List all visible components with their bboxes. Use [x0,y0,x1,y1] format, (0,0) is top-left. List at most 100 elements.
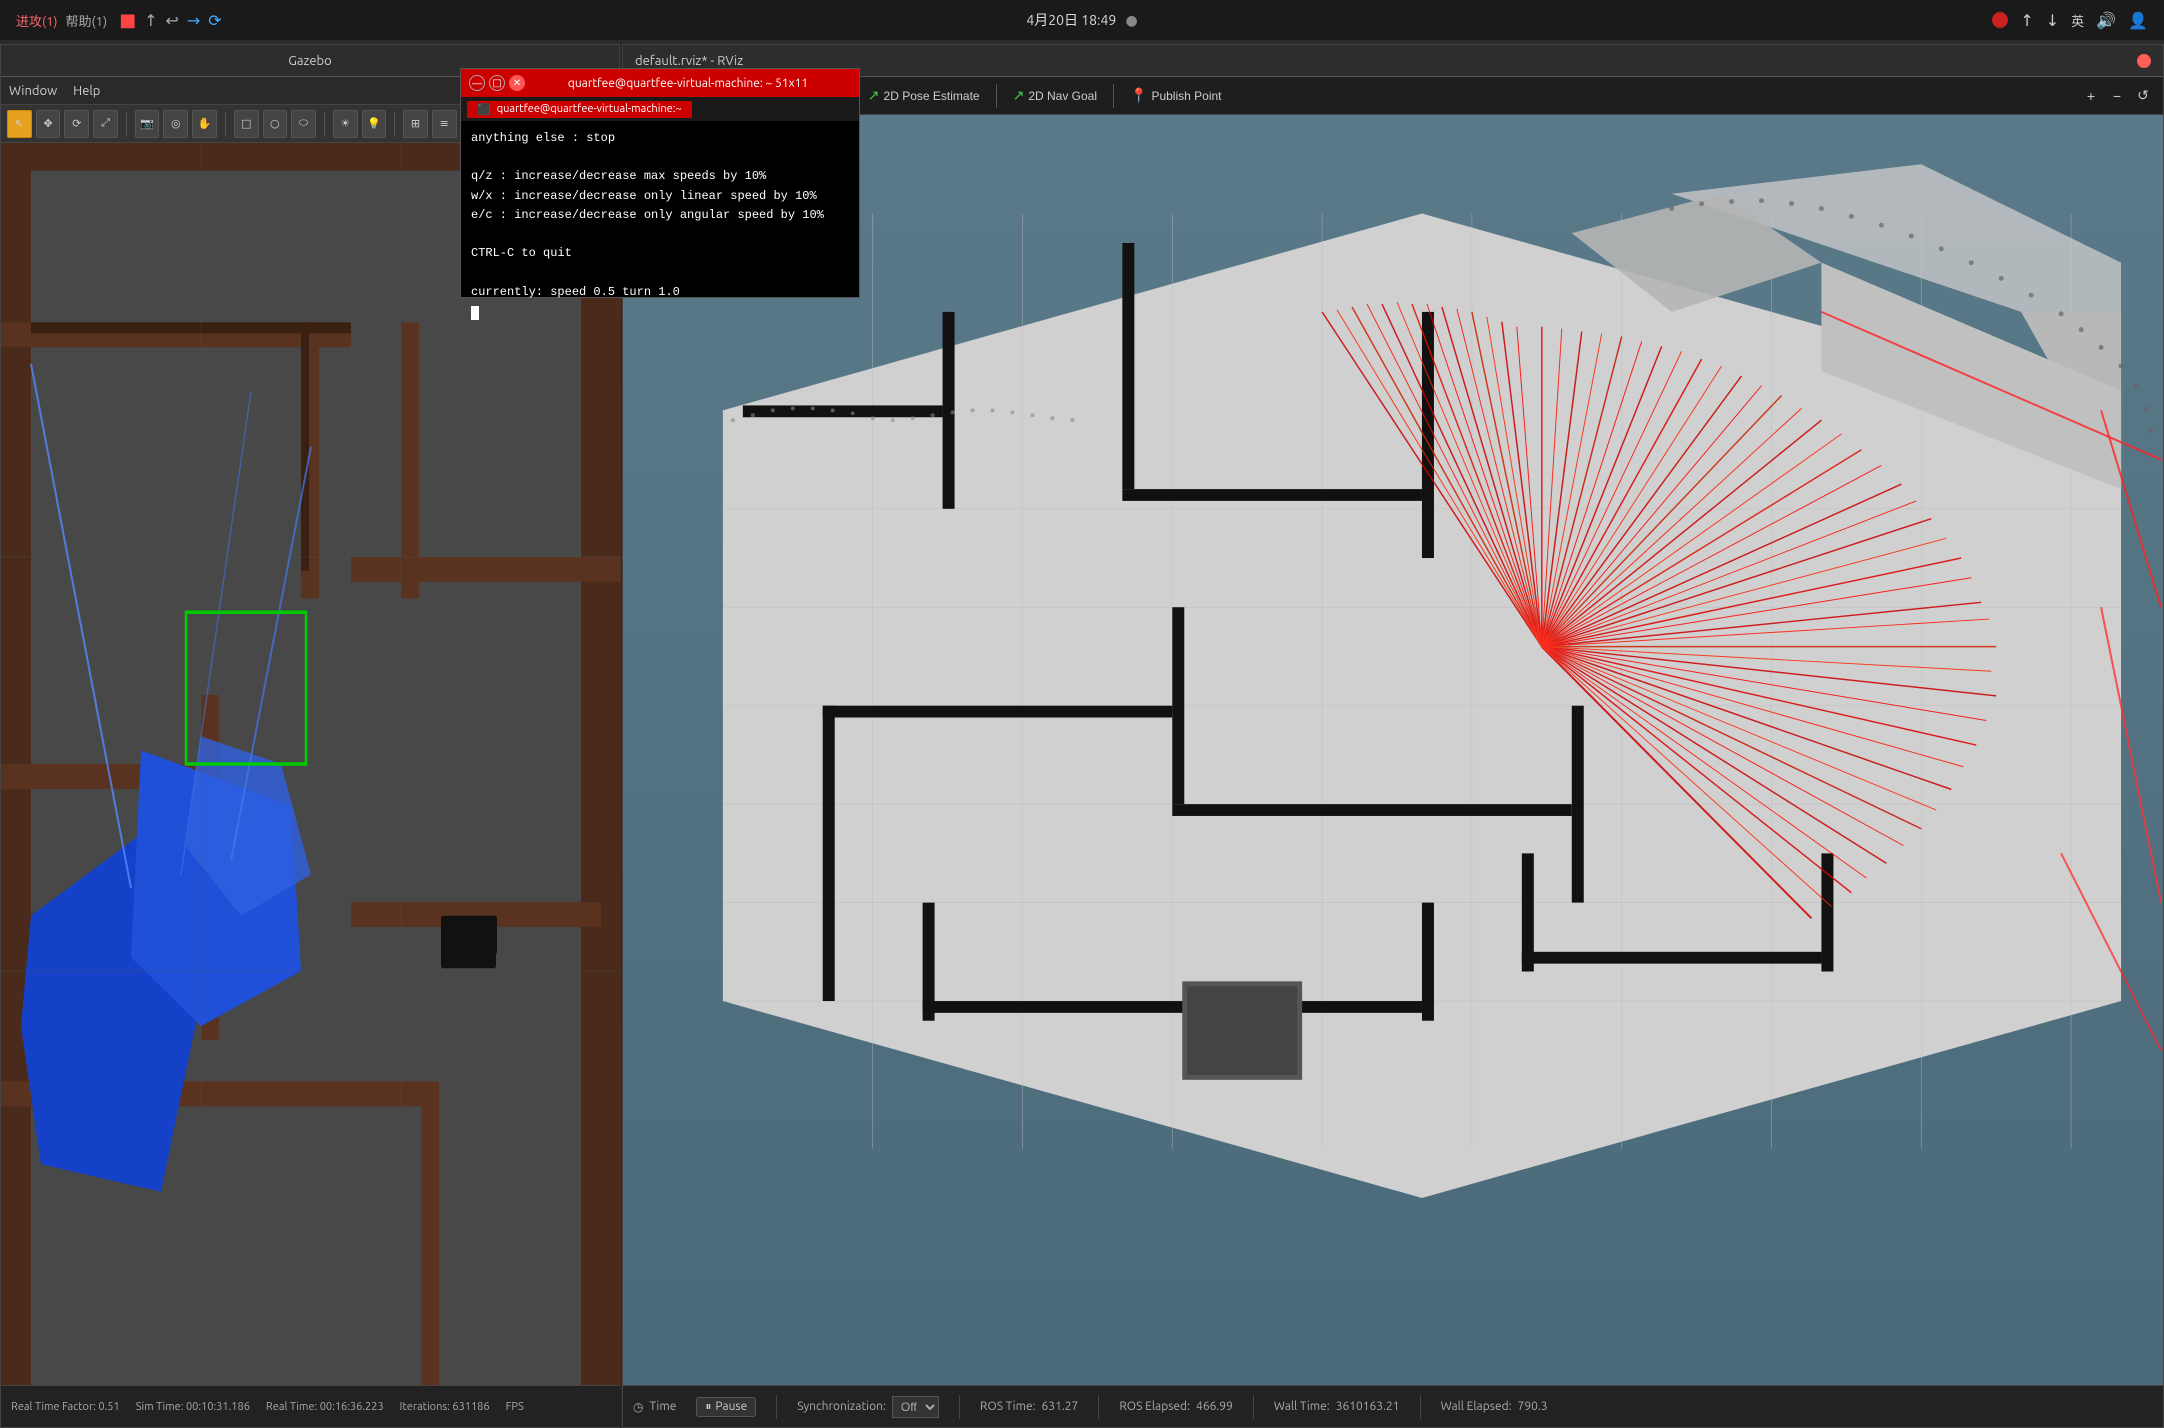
rviz-statusbar: ◷ Time ⏸ Pause Synchronization: Off On R… [623,1385,2163,1427]
ros-time-label: ROS Time: [980,1400,1036,1413]
terminal-line-9: currently: speed 0.5 turn 1.0 [471,283,849,302]
tool-cylinder[interactable]: ⬭ [291,110,316,138]
arrow-undo-icon: ↩ [165,11,178,30]
status-sep-3 [1098,1395,1099,1419]
terminal-tab-label: quartfee@quartfee-virtual-machine:~ [497,103,682,115]
gazebo-viewport[interactable] [1,143,621,1385]
2d-pose-estimate-button[interactable]: ↗ 2D Pose Estimate [858,83,990,109]
terminal-body[interactable]: anything else : stop q/z : increase/decr… [461,121,859,328]
rviz-title: default.rviz* - RViz [635,54,743,68]
terminal-tab[interactable]: ⬛ quartfee@quartfee-virtual-machine:~ [467,101,692,118]
terminal-tabbar: ⬛ quartfee@quartfee-virtual-machine:~ [461,97,859,121]
tool-pan[interactable]: ✋ [192,110,217,138]
tool-orbit[interactable]: ◎ [163,110,188,138]
terminal-window-controls: — □ ✕ [469,75,525,91]
pause-button[interactable]: ⏸ Pause [696,1397,756,1417]
system-bar-right: ↑ ↓ 英 🔊 👤 [1992,11,2148,30]
terminal-line-1: anything else : stop [471,129,849,148]
clock-icon: ◷ [633,1400,643,1414]
pause-label: Pause [715,1400,747,1413]
real-time: Real Time: 00:16:36.223 [266,1401,384,1413]
pin-icon: 📍 [1130,87,1147,104]
taskbar-item-2[interactable]: 帮助(1) [66,11,108,30]
tool-scale[interactable]: ⤢ [93,110,118,138]
toolbar-sep-3 [324,112,325,136]
terminal-titlebar: — □ ✕ quartfee@quartfee-virtual-machine:… [461,69,859,97]
rviz-close-button[interactable] [2137,54,2151,68]
terminal-line-7: CTRL-C to quit [471,244,849,263]
tool-camera[interactable]: 📷 [135,110,160,138]
wall-elapsed-value: 790.3 [1518,1400,1548,1413]
sync-item: Synchronization: Off On [797,1396,939,1418]
terminal-close-button[interactable]: ✕ [509,75,525,91]
nav-arrow-icon: ↗ [1013,87,1025,104]
reset-view-button[interactable]: ↺ [2131,84,2155,108]
terminal-window: — □ ✕ quartfee@quartfee-virtual-machine:… [460,68,860,298]
ros-elapsed-item: ROS Elapsed: 466.99 [1119,1400,1233,1413]
lang-label[interactable]: 英 [2071,11,2084,30]
wall-time-value: 3610163.21 [1336,1400,1400,1413]
toolbar-sep-4 [1113,84,1114,108]
tool-rotate[interactable]: ⟳ [64,110,89,138]
network-status-icon [1992,12,2008,28]
toolbar-sep-1 [126,112,127,136]
terminal-title: quartfee@quartfee-virtual-machine: ~ 51x… [525,77,851,90]
menu-window[interactable]: Window [9,84,57,98]
person-icon: 👤 [2128,11,2148,30]
ros-elapsed-label: ROS Elapsed: [1119,1400,1190,1413]
stop-icon: ■ [119,10,136,31]
tool-lines[interactable]: ≡ [432,110,457,138]
pose-arrow-icon: ↗ [868,87,880,104]
ros-elapsed-value: 466.99 [1196,1400,1233,1413]
wall-time-label: Wall Time: [1274,1400,1330,1413]
down-arrow-icon: ↓ [2046,11,2059,30]
sim-time: Sim Time: 00:10:31.186 [136,1401,250,1413]
tool-light[interactable]: 💡 [362,110,387,138]
wall-elapsed-item: Wall Elapsed: 790.3 [1441,1400,1548,1413]
arrow-right-icon: → [187,11,200,30]
status-sep-5 [1420,1395,1421,1419]
publish-point-button[interactable]: 📍 Publish Point [1120,83,1231,109]
tool-box[interactable]: □ [234,110,259,138]
wall-elapsed-label: Wall Elapsed: [1441,1400,1512,1413]
menu-help[interactable]: Help [73,84,100,98]
status-sep-2 [959,1395,960,1419]
system-bar-clock: 4月20日 18:49 ● [1026,10,1137,30]
gazebo-title: Gazebo [288,54,332,68]
tool-select[interactable]: ↖ [7,110,32,138]
terminal-line-5: e/c : increase/decrease only angular spe… [471,206,849,225]
wall-time-item: Wall Time: 3610163.21 [1274,1400,1400,1413]
tool-sphere[interactable]: ○ [263,110,288,138]
zoom-in-button[interactable]: + [2079,84,2103,108]
realtime-factor: Real Time Factor: 0.51 [11,1401,120,1413]
system-bar-left: 进攻(1) 帮助(1) ■ ↑ ↩ → ⟳ [16,10,222,31]
tool-move[interactable]: ✥ [36,110,61,138]
gazebo-statusbar: Real Time Factor: 0.51 Sim Time: 00:10:3… [1,1385,621,1427]
volume-icon: 🔊 [2096,11,2116,30]
tool-grid[interactable]: ⊞ [403,110,428,138]
terminal-line-2 [471,148,849,167]
2d-nav-goal-button[interactable]: ↗ 2D Nav Goal [1003,83,1107,109]
toolbar-sep-3 [996,84,997,108]
nav-cluster: + − ↺ [2079,84,2155,108]
terminal-icon: ⬛ [477,103,491,116]
status-sep-4 [1253,1395,1254,1419]
terminal-line-3: q/z : increase/decrease max speeds by 10… [471,167,849,186]
iterations: Iterations: 631186 [400,1401,490,1413]
terminal-line-8 [471,263,849,282]
sync-select[interactable]: Off On [892,1396,939,1418]
zoom-out-button[interactable]: − [2105,84,2129,108]
time-indicator: ◷ Time [633,1400,676,1414]
taskbar-item-1[interactable]: 进攻(1) [16,11,58,30]
terminal-line-6 [471,225,849,244]
arrow-up-icon: ↑ [144,11,157,30]
terminal-line-4: w/x : increase/decrease only linear spee… [471,187,849,206]
terminal-cursor [471,306,479,320]
tool-sun[interactable]: ☀ [333,110,358,138]
fps-label: FPS [506,1401,524,1413]
terminal-max-button[interactable]: □ [489,75,505,91]
terminal-min-button[interactable]: — [469,75,485,91]
gazebo-scene-svg [1,143,621,1385]
toolbar-sep-4 [394,112,395,136]
ros-time-item: ROS Time: 631.27 [980,1400,1078,1413]
